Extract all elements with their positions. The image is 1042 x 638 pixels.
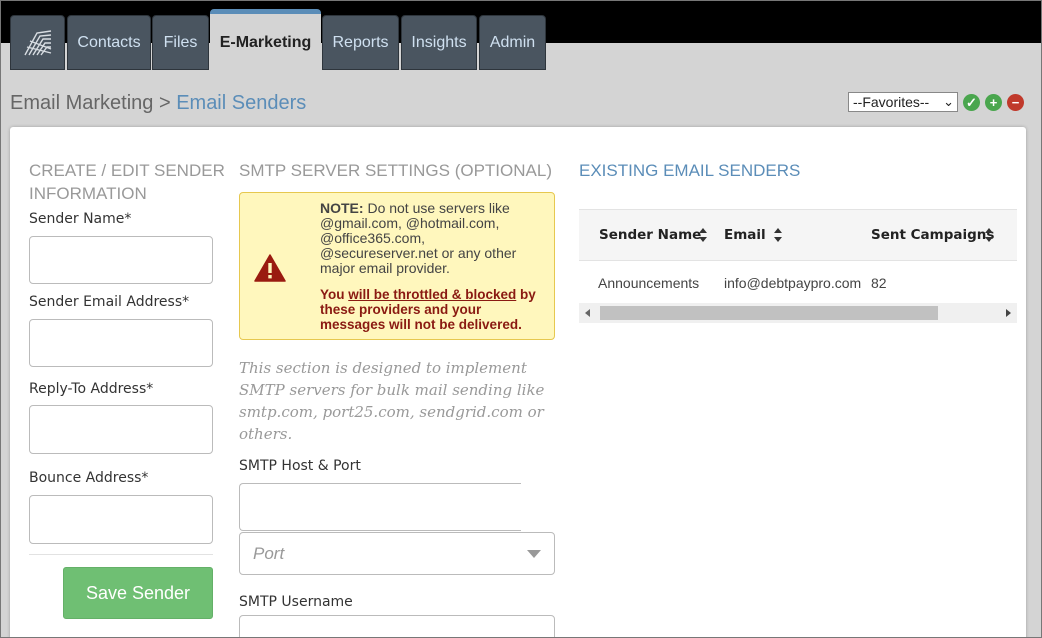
breadcrumb-separator: >: [153, 92, 177, 114]
breadcrumb: Email Marketing > Email Senders: [10, 92, 306, 115]
port-placeholder: Port: [253, 543, 285, 563]
bounce-label: Bounce Address*: [29, 470, 149, 486]
column-header-sent-campaigns[interactable]: Sent Campaigns: [871, 227, 994, 243]
logo-icon: [23, 29, 51, 55]
horizontal-scrollbar[interactable]: [579, 303, 1017, 323]
tab-insights[interactable]: Insights: [401, 15, 477, 70]
bounce-input[interactable]: [29, 495, 213, 544]
logo-tab[interactable]: [10, 15, 65, 70]
tab-label: Reports: [332, 33, 389, 51]
table-header: Sender Name Email Sent Campaigns: [579, 209, 1017, 261]
sort-icon[interactable]: [985, 228, 993, 242]
smtp-username-label: SMTP Username: [239, 594, 353, 610]
tab-label: Files: [163, 33, 198, 51]
remove-favorite-icon[interactable]: −: [1007, 94, 1024, 111]
scroll-right-icon[interactable]: [1006, 309, 1011, 317]
tab-label: Insights: [411, 33, 467, 51]
chevron-down-icon: [527, 550, 541, 558]
cell-email: info@debtpaypro.com: [724, 275, 862, 291]
sender-name-label: Sender Name*: [29, 211, 132, 227]
warning-icon: [254, 254, 286, 282]
reply-to-input[interactable]: [29, 405, 213, 454]
smtp-port-select[interactable]: Port: [239, 532, 555, 575]
sort-icon[interactable]: [699, 228, 707, 242]
smtp-description: This section is designed to implement SM…: [239, 359, 545, 443]
tab-label: Contacts: [77, 33, 141, 51]
scrollbar-thumb[interactable]: [600, 306, 938, 320]
add-favorite-icon[interactable]: +: [985, 94, 1002, 111]
sender-form-title: CREATE / EDIT SENDER INFORMATION: [29, 161, 225, 203]
tab-reports[interactable]: Reports: [322, 15, 399, 70]
column-header-sender-name[interactable]: Sender Name: [599, 227, 701, 243]
breadcrumb-parent[interactable]: Email Marketing: [10, 92, 153, 114]
tab-contacts[interactable]: Contacts: [67, 15, 151, 70]
smtp-host-port-label: SMTP Host & Port: [239, 458, 361, 474]
sort-icon[interactable]: [774, 228, 782, 242]
check-icon[interactable]: ✓: [963, 94, 980, 111]
favorites-select[interactable]: --Favorites-- ⌄: [848, 92, 958, 112]
tab-admin[interactable]: Admin: [479, 15, 546, 70]
tab-label: E-Marketing: [219, 33, 312, 51]
cell-sent-campaigns: 82: [871, 275, 887, 291]
sender-email-input[interactable]: [29, 319, 213, 367]
favorites-selected-value: --Favorites--: [853, 94, 930, 110]
form-divider: [29, 554, 213, 555]
tab-label: Admin: [489, 33, 536, 51]
chevron-down-icon: ⌄: [943, 94, 954, 109]
warning-link: will be throttled & blocked: [348, 287, 517, 302]
cell-sender-name: Announcements: [598, 275, 700, 291]
note-prefix: NOTE:: [320, 200, 364, 216]
tab-files[interactable]: Files: [152, 15, 209, 70]
sender-name-input[interactable]: [29, 236, 213, 284]
sender-email-label: Sender Email Address*: [29, 294, 190, 310]
warning-pre: You: [320, 287, 349, 302]
smtp-warning-text: You will be throttled & blocked by these…: [320, 287, 545, 332]
smtp-host-input[interactable]: [239, 483, 521, 531]
smtp-note-text: NOTE: Do not use servers like @gmail.com…: [320, 201, 545, 276]
smtp-username-input[interactable]: [239, 615, 555, 637]
main-panel: CREATE / EDIT SENDER INFORMATION Sender …: [10, 127, 1026, 637]
reply-to-label: Reply-To Address*: [29, 381, 154, 397]
app-window: Contacts Files E-Marketing Reports Insig…: [0, 0, 1042, 638]
senders-table: Sender Name Email Sent Campaigns Announc…: [579, 209, 1017, 324]
scroll-left-icon[interactable]: [585, 309, 590, 317]
tab-e-marketing[interactable]: E-Marketing: [210, 9, 321, 71]
smtp-note-box: NOTE: Do not use servers like @gmail.com…: [239, 192, 555, 340]
smtp-title: SMTP SERVER SETTINGS (OPTIONAL): [239, 161, 552, 180]
save-sender-button[interactable]: Save Sender: [63, 567, 213, 619]
existing-senders-title: EXISTING EMAIL SENDERS: [579, 161, 801, 180]
column-header-email[interactable]: Email: [724, 227, 766, 243]
breadcrumb-current: Email Senders: [176, 92, 307, 114]
